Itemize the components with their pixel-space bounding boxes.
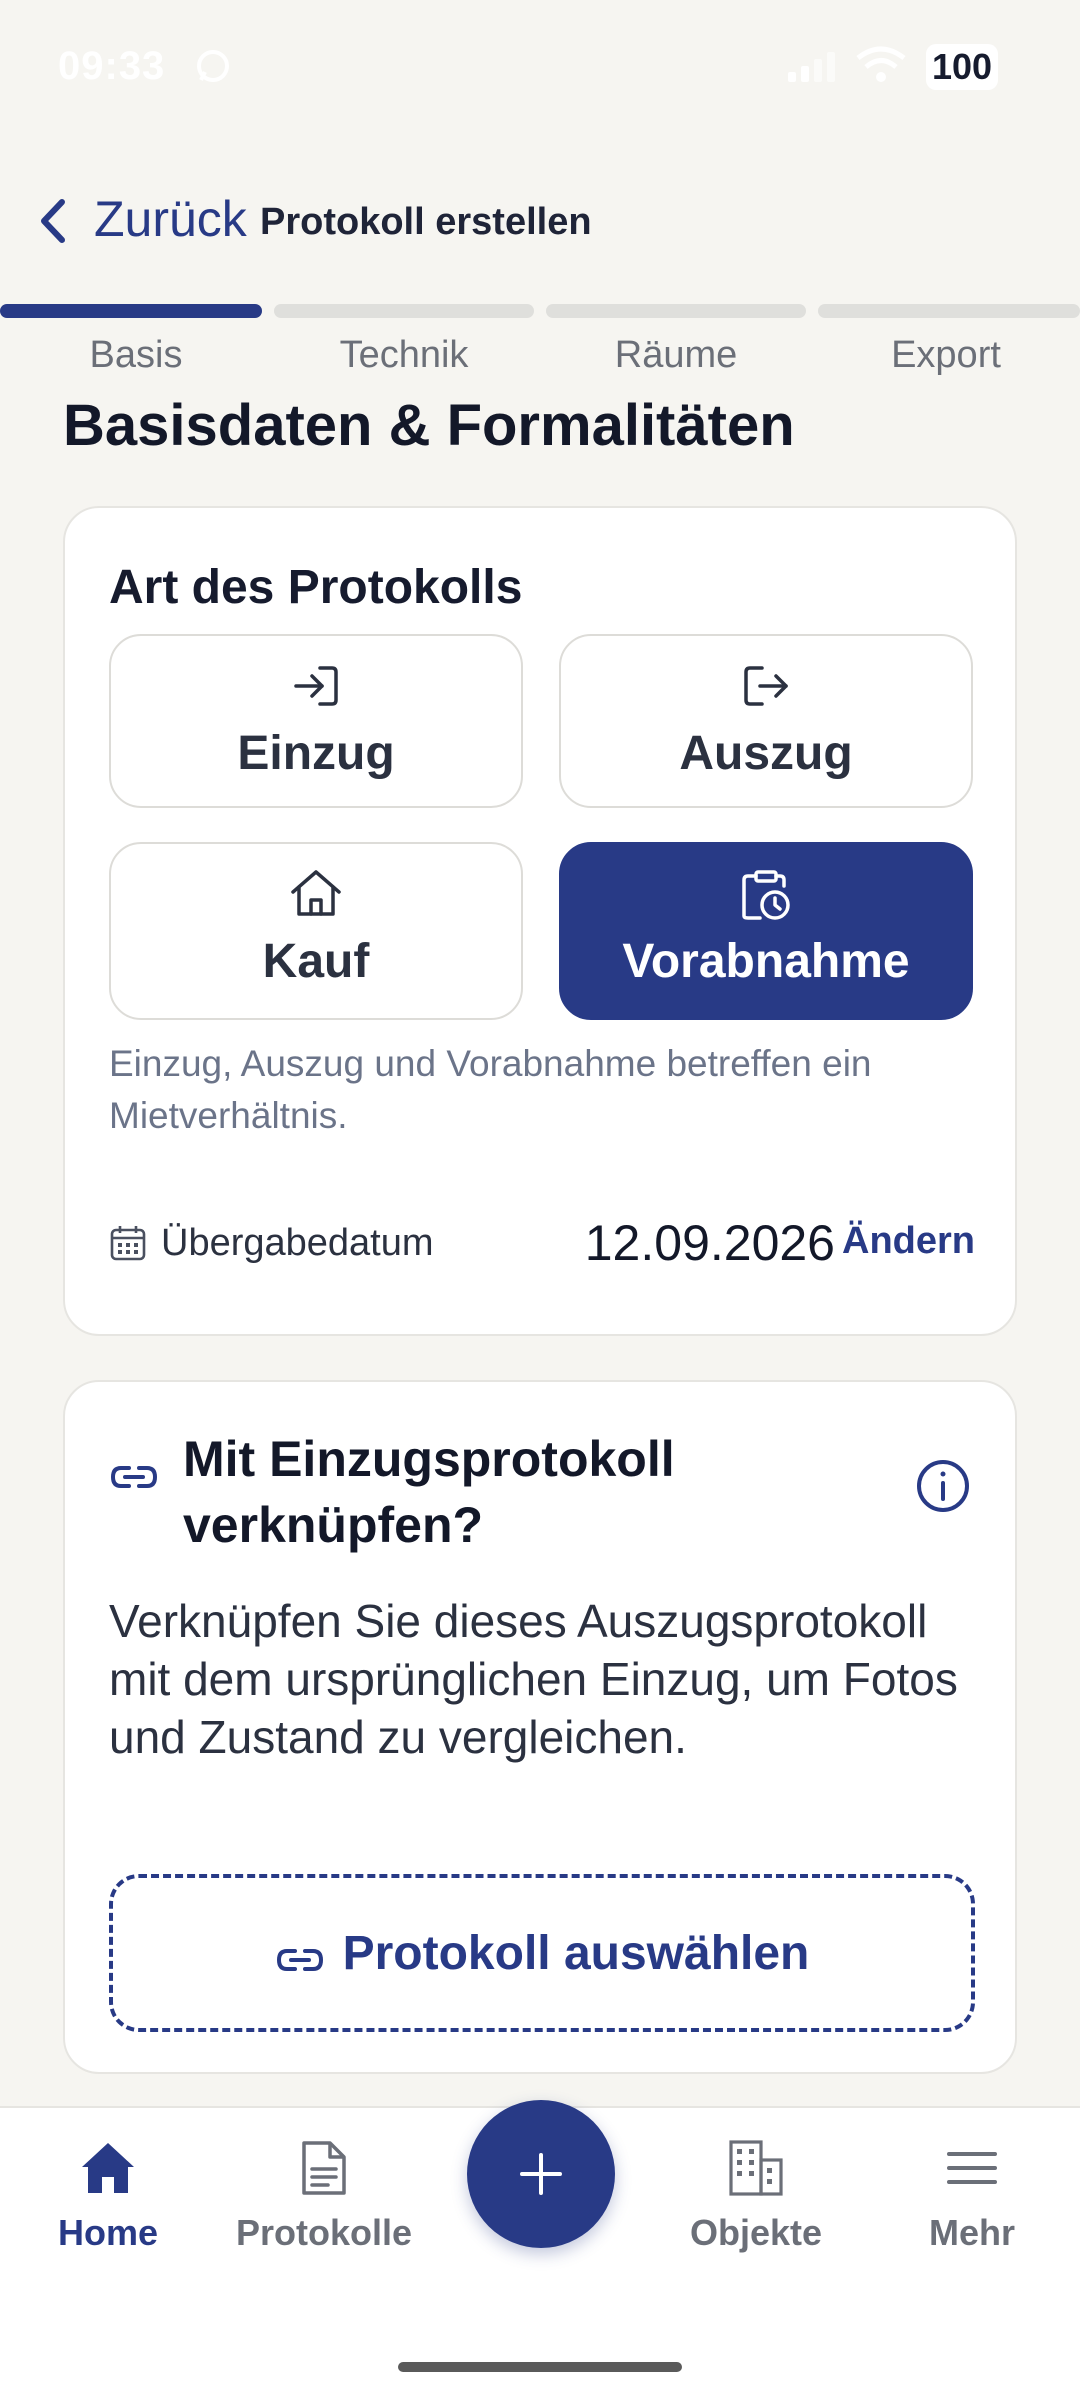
option-label: Einzug (237, 727, 395, 780)
link-icon (109, 1462, 159, 1497)
step-label-technik[interactable]: Technik (304, 334, 504, 377)
step-bar-basis (0, 304, 262, 318)
step-bar-export (818, 304, 1080, 318)
link-section-description: Verknüpfen Sie dieses Auszugsprotokoll m… (109, 1595, 958, 1763)
step-label-basis[interactable]: Basis (36, 334, 236, 377)
hint-text: Einzug, Auszug und Vorabnahme betreffen … (109, 1043, 872, 1136)
step-bar-technik (274, 304, 534, 318)
clipboard-clock-icon (740, 868, 792, 927)
option-einzug[interactable]: Einzug (109, 634, 523, 808)
nav-objekte[interactable]: Objekte (666, 2128, 846, 2254)
signal-icon (788, 50, 838, 87)
handover-date-value: 12.09.2026 (584, 1215, 835, 1271)
status-time: 09:33 (58, 44, 166, 88)
header-title: Protokoll erstellen (260, 201, 592, 243)
info-icon[interactable] (915, 1458, 971, 1519)
nav-mehr[interactable]: Mehr (882, 2128, 1062, 2254)
handover-date-label: Übergabedatum (161, 1222, 434, 1264)
protocol-type-card: Art des Protokolls Einzug Auszug Kauf Vo… (63, 506, 1017, 1336)
option-auszug[interactable]: Auszug (559, 634, 973, 808)
nav-home[interactable]: Home (18, 2128, 198, 2254)
handover-date-row: Übergabedatum 12.09.2026 Ändern (109, 1208, 975, 1278)
add-button[interactable] (467, 2100, 615, 2248)
calendar-icon (109, 1224, 147, 1267)
option-label: Auszug (679, 727, 853, 780)
top-header: Zurück Protokoll erstellen (0, 180, 1080, 260)
nav-protokolle[interactable]: Protokolle (234, 2128, 414, 2254)
wifi-icon (856, 46, 906, 89)
back-button[interactable]: Zurück (94, 190, 247, 248)
menu-icon (882, 2128, 1062, 2208)
building-icon (666, 2128, 846, 2208)
document-icon (234, 2128, 414, 2208)
option-label: Vorabnahme (622, 935, 910, 988)
option-kauf[interactable]: Kauf (109, 842, 523, 1020)
bottom-navigation: Home Protokolle Objekte Mehr (0, 2100, 1080, 2400)
link-protocol-card: Mit Einzugsprotokoll verknüpfen? Verknüp… (63, 1380, 1017, 2074)
nav-label: Objekte (689, 2212, 823, 2253)
home-icon (18, 2128, 198, 2208)
whatsapp-icon (195, 48, 231, 89)
home-indicator (398, 2362, 682, 2372)
option-label: Kauf (262, 935, 370, 988)
select-protocol-button[interactable]: Protokoll auswählen (109, 1874, 975, 2032)
link-section-title: Mit Einzugsprotokoll verknüpfen? (183, 1431, 675, 1553)
login-icon (290, 660, 342, 717)
plus-icon (520, 2153, 562, 2195)
section-title: Art des Protokolls (109, 561, 523, 614)
nav-label: Mehr (928, 2212, 1015, 2253)
page-title: Basisdaten & Formalitäten (63, 393, 795, 458)
step-bar-raeume (546, 304, 806, 318)
battery-indicator: 100 (926, 44, 999, 90)
change-date-button[interactable]: Ändern (842, 1220, 975, 1263)
status-bar: 09:33 100 (0, 0, 1080, 130)
option-vorabnahme[interactable]: Vorabnahme (559, 842, 973, 1020)
link-icon (276, 1949, 323, 1971)
nav-label: Home (57, 2212, 159, 2253)
house-icon (289, 868, 343, 925)
step-label-export[interactable]: Export (846, 334, 1046, 377)
logout-icon (740, 660, 792, 717)
select-protocol-label: Protokoll auswählen (342, 1927, 810, 1980)
chevron-left-icon[interactable] (34, 196, 70, 251)
select-protocol-inner: Protokoll auswählen (113, 1926, 971, 1981)
step-label-raeume[interactable]: Räume (576, 334, 776, 377)
nav-label: Protokolle (235, 2212, 413, 2253)
